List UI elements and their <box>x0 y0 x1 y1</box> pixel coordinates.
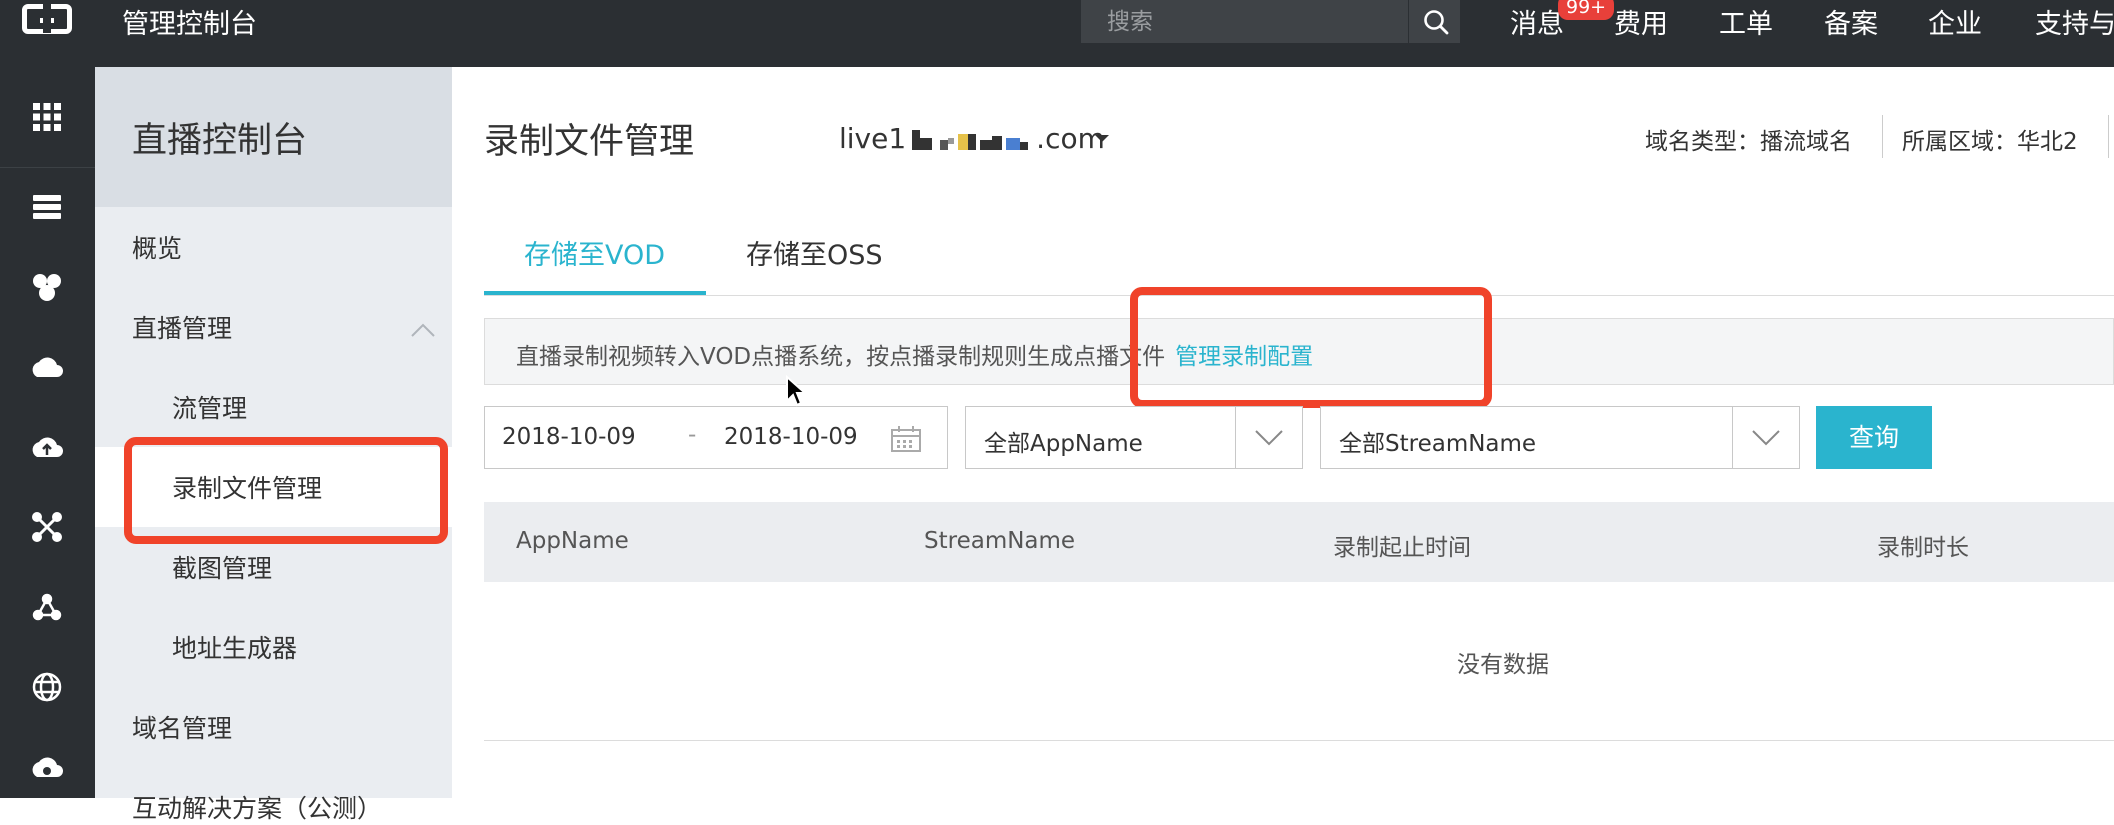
column-header-duration[interactable]: 录制时长 <box>1877 528 1969 562</box>
calendar-icon[interactable] <box>890 425 922 453</box>
annotation-highlight-sidebar <box>124 437 448 544</box>
nav-enterprise[interactable]: 企业 <box>1928 2 1982 41</box>
sidebar-title: 直播控制台 <box>132 121 308 161</box>
divider <box>1882 115 1883 158</box>
nav-support[interactable]: 支持与 <box>2035 2 2114 41</box>
date-separator: - <box>688 422 697 448</box>
tab-store-to-oss[interactable]: 存储至OSS <box>746 233 883 272</box>
top-navbar: 管理控制台 消息 99+ 费用 工单 备案 企业 支持与 <box>0 0 2114 67</box>
date-end[interactable]: 2018-10-09 <box>724 424 858 450</box>
sidebar-item-snapshot-management[interactable]: 截图管理 <box>172 549 272 585</box>
annotation-highlight-link <box>1130 287 1492 408</box>
column-header-streamname[interactable]: StreamName <box>924 528 1075 554</box>
sidebar-item-stream-management[interactable]: 流管理 <box>172 389 247 425</box>
column-header-record-time[interactable]: 录制起止时间 <box>1333 528 1471 562</box>
search-input[interactable] <box>1081 0 1403 43</box>
sidebar-item-url-generator[interactable]: 地址生成器 <box>172 629 297 665</box>
stream-name-select-value: 全部StreamName <box>1339 431 1537 457</box>
globe-icon[interactable] <box>27 667 67 707</box>
console-title[interactable]: 管理控制台 <box>122 2 257 41</box>
cloud-icon[interactable] <box>27 347 67 387</box>
aliyun-logo[interactable] <box>22 3 72 34</box>
table-header: AppName StreamName 录制起止时间 录制时长 <box>484 502 2114 582</box>
domain-prefix: live1 <box>839 122 907 155</box>
tab-store-to-vod[interactable]: 存储至VOD <box>524 233 665 272</box>
app-name-select[interactable]: 全部AppName <box>965 406 1303 469</box>
stream-name-select-toggle[interactable] <box>1732 407 1799 468</box>
divider <box>0 167 95 168</box>
notice-message: 直播录制视频转入VOD点播系统，按点播录制规则生成点播文件 <box>516 344 1166 370</box>
app-name-select-toggle[interactable] <box>1235 407 1302 468</box>
domain-type: 域名类型：播流域名 <box>1645 129 1852 155</box>
sidebar-item-overview[interactable]: 概览 <box>132 229 182 265</box>
search-icon <box>1424 10 1449 35</box>
search-box <box>1081 0 1460 43</box>
caret-down-icon[interactable] <box>1095 135 1109 142</box>
query-button[interactable]: 查询 <box>1816 406 1932 469</box>
nav-billing[interactable]: 费用 <box>1614 2 1668 41</box>
mouse-cursor-icon <box>786 375 808 407</box>
server-icon[interactable] <box>27 187 67 227</box>
chevron-up-icon[interactable] <box>410 322 436 338</box>
apps-grid-icon[interactable] <box>27 97 67 137</box>
chevron-down-icon <box>1752 430 1780 446</box>
empty-table-message: 没有数据 <box>1457 652 1549 678</box>
stream-name-select[interactable]: 全部StreamName <box>1320 406 1800 469</box>
sidebar-item-domain-management[interactable]: 域名管理 <box>132 709 232 745</box>
app-name-select-value: 全部AppName <box>984 431 1143 457</box>
sidebar-item-interactive-solution[interactable]: 互动解决方案（公测） <box>132 789 382 825</box>
sidebar: 直播控制台 概览 直播管理 流管理 录制文件管理 截图管理 地址生成器 域名管理… <box>95 67 452 823</box>
network-icon[interactable] <box>27 507 67 547</box>
share-icon[interactable] <box>27 587 67 627</box>
nav-tickets[interactable]: 工单 <box>1719 2 1773 41</box>
search-button[interactable] <box>1408 0 1461 43</box>
divider <box>484 740 2114 741</box>
region: 所属区域：华北2 <box>1902 129 2078 155</box>
date-start[interactable]: 2018-10-09 <box>502 424 636 450</box>
message-count-badge: 99+ <box>1558 0 1615 20</box>
product-icon-bar <box>0 67 95 798</box>
cloud-upload-icon[interactable] <box>27 427 67 467</box>
column-header-appname[interactable]: AppName <box>516 528 629 554</box>
nav-messages[interactable]: 消息 <box>1510 2 1564 41</box>
divider <box>2108 115 2109 158</box>
cloud-gear-icon[interactable] <box>27 747 67 787</box>
date-range-picker[interactable]: 2018-10-09 - 2018-10-09 <box>484 406 948 469</box>
redacted-domain-icon <box>912 130 1029 150</box>
page-title: 录制文件管理 <box>484 122 695 162</box>
nav-icp[interactable]: 备案 <box>1824 2 1878 41</box>
cluster-icon[interactable] <box>27 267 67 307</box>
domain-selector[interactable]: live1 .com <box>839 122 1105 155</box>
chevron-down-icon <box>1255 430 1283 446</box>
sidebar-item-live-management[interactable]: 直播管理 <box>132 309 232 345</box>
sidebar-header: 直播控制台 <box>95 67 452 207</box>
